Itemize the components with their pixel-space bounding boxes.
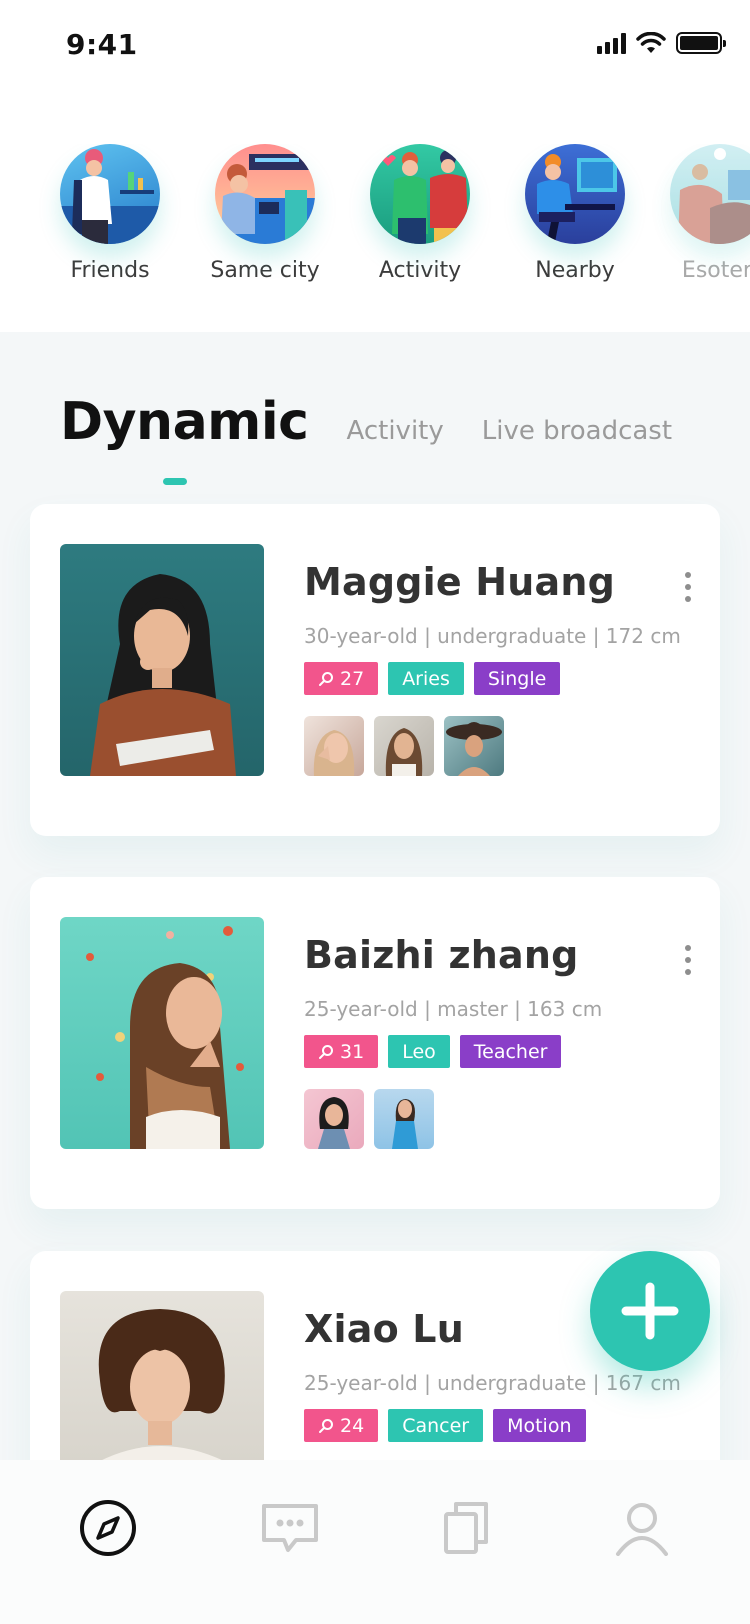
likes-badge: 24 xyxy=(304,1409,379,1442)
profile-name: Baizhi zhang xyxy=(304,933,579,977)
bottom-nav xyxy=(0,1460,750,1624)
category-activity[interactable]: Activity xyxy=(345,144,495,283)
photo-thumbnails xyxy=(304,1089,434,1149)
more-options-icon[interactable] xyxy=(678,572,698,602)
search-heart-icon xyxy=(319,1044,333,1059)
status-tag: Teacher xyxy=(459,1035,562,1068)
search-heart-icon xyxy=(319,1418,333,1433)
category-label: Same city xyxy=(210,258,320,283)
category-row[interactable]: Friends Same city Activity Nearby Esoter xyxy=(0,144,750,304)
zodiac-tag: Aries xyxy=(388,662,464,695)
nav-cards[interactable] xyxy=(434,1496,498,1560)
search-heart-icon xyxy=(319,671,333,686)
thumbnail-photo[interactable] xyxy=(304,1089,364,1149)
activity-illustration-icon xyxy=(370,144,470,244)
nav-discover[interactable] xyxy=(76,1496,140,1560)
profile-tags: 27 Aries Single xyxy=(304,662,561,695)
status-tag: Motion xyxy=(493,1409,586,1442)
header-area: 9:41 Friends Same city Activity Nearby E… xyxy=(0,0,750,332)
profile-meta: 25-year-old | master | 163 cm xyxy=(304,997,603,1021)
profile-meta: 30-year-old | undergraduate | 172 cm xyxy=(304,624,681,648)
category-nearby[interactable]: Nearby xyxy=(500,144,650,283)
category-same-city[interactable]: Same city xyxy=(190,144,340,283)
add-post-button[interactable] xyxy=(590,1251,710,1371)
feed-tabs: Dynamic Activity Live broadcast xyxy=(60,392,672,452)
more-options-icon[interactable] xyxy=(678,945,698,975)
chat-icon xyxy=(262,1504,318,1552)
cards-icon xyxy=(444,1502,488,1554)
profile-card[interactable]: Baizhi zhang 25-year-old | master | 163 … xyxy=(30,877,720,1209)
same-city-illustration-icon xyxy=(215,144,315,244)
tab-activity[interactable]: Activity xyxy=(347,416,444,446)
likes-count: 31 xyxy=(340,1040,365,1063)
likes-badge: 27 xyxy=(304,662,379,695)
esoteric-illustration-icon xyxy=(670,144,750,244)
photo-thumbnails xyxy=(304,716,504,776)
status-time: 9:41 xyxy=(66,28,138,61)
profile-card[interactable]: Maggie Huang 30-year-old | undergraduate… xyxy=(30,504,720,836)
friends-illustration-icon xyxy=(60,144,160,244)
plus-icon xyxy=(621,1282,679,1340)
likes-count: 27 xyxy=(340,667,365,690)
likes-count: 24 xyxy=(340,1414,365,1437)
compass-icon xyxy=(80,1500,136,1556)
category-label: Nearby xyxy=(535,258,615,283)
tab-indicator xyxy=(163,478,187,485)
profile-name: Xiao Lu xyxy=(304,1307,464,1351)
signal-icon xyxy=(597,32,626,54)
zodiac-tag: Cancer xyxy=(388,1409,484,1442)
profile-photo[interactable] xyxy=(60,917,264,1149)
category-label: Esoteri xyxy=(681,258,750,283)
nearby-illustration-icon xyxy=(525,144,625,244)
profile-meta: 25-year-old | undergraduate | 167 cm xyxy=(304,1371,681,1395)
status-icons xyxy=(597,32,726,54)
category-esoteric[interactable]: Esoteri xyxy=(645,144,750,283)
tab-live-broadcast[interactable]: Live broadcast xyxy=(482,416,672,446)
category-label: Activity xyxy=(378,258,462,283)
profile-icon xyxy=(616,1503,668,1556)
zodiac-tag: Leo xyxy=(388,1035,450,1068)
nav-profile[interactable] xyxy=(610,1496,674,1560)
likes-badge: 31 xyxy=(304,1035,379,1068)
thumbnail-photo[interactable] xyxy=(374,716,434,776)
tab-dynamic[interactable]: Dynamic xyxy=(60,392,309,452)
thumbnail-photo[interactable] xyxy=(444,716,504,776)
status-tag: Single xyxy=(473,662,561,695)
profile-tags: 31 Leo Teacher xyxy=(304,1035,562,1068)
profile-tags: 24 Cancer Motion xyxy=(304,1409,586,1442)
battery-icon xyxy=(676,32,726,54)
profile-photo[interactable] xyxy=(60,544,264,776)
category-label: Friends xyxy=(70,258,150,283)
thumbnail-photo[interactable] xyxy=(374,1089,434,1149)
wifi-icon xyxy=(636,32,666,53)
thumbnail-photo[interactable] xyxy=(304,716,364,776)
nav-messages[interactable] xyxy=(258,1496,322,1560)
category-friends[interactable]: Friends xyxy=(35,144,185,283)
profile-name: Maggie Huang xyxy=(304,560,616,604)
